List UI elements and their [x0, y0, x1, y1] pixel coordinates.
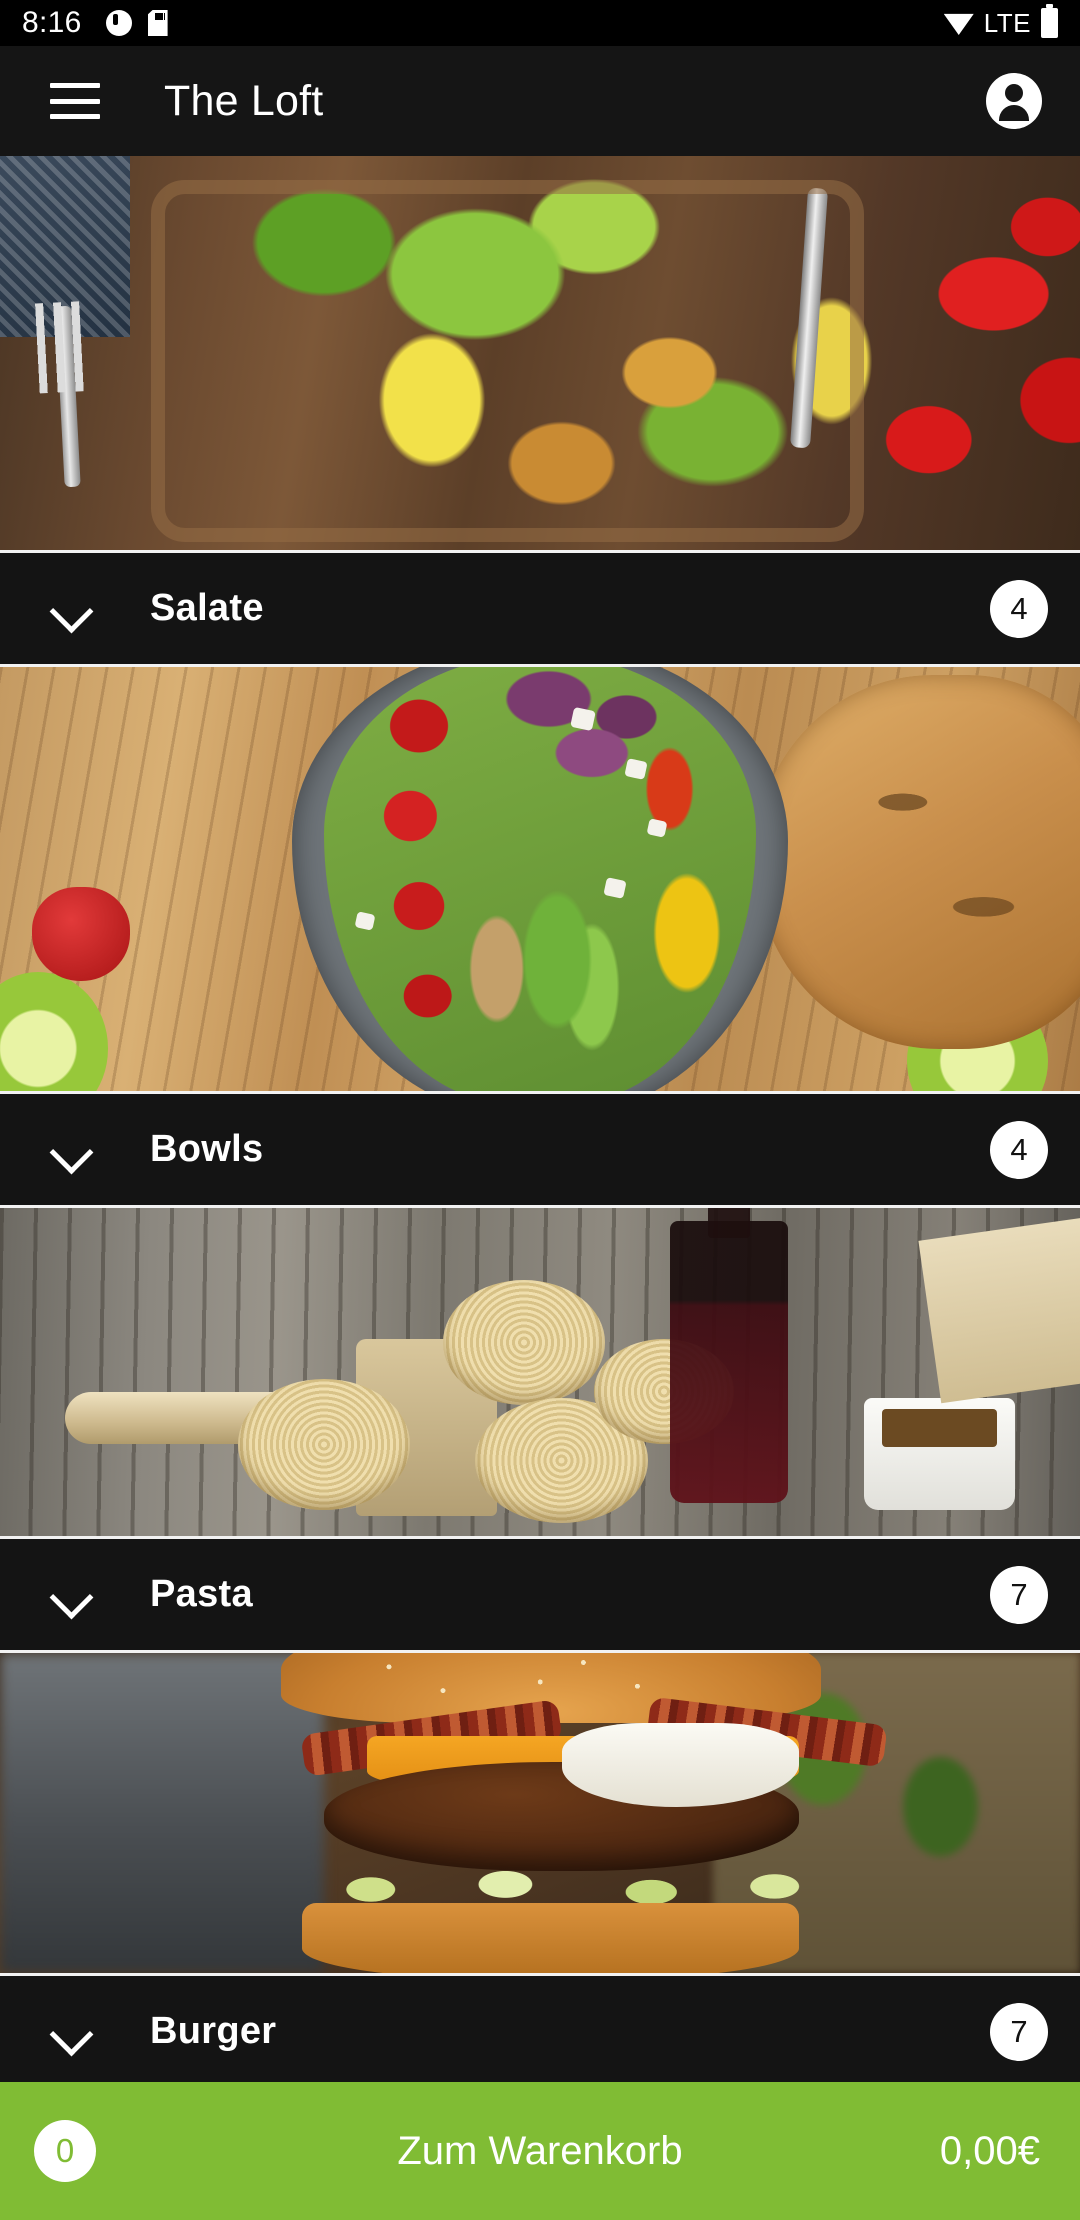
category-count-badge: 7	[990, 1565, 1048, 1624]
pasta-nest-decor	[442, 1280, 605, 1405]
pasta-photo	[0, 1208, 1080, 1536]
wine-bottle-decor	[669, 1208, 789, 1504]
hamburger-menu-icon[interactable]	[50, 83, 100, 119]
bowl-photo	[0, 667, 1080, 1091]
status-bar-system-icons: LTE	[943, 4, 1058, 39]
feta-decor	[603, 877, 627, 899]
page-title: The Loft	[164, 76, 324, 125]
battery-icon	[1041, 4, 1058, 38]
category-image-salate	[0, 156, 1080, 550]
category-count-badge: 4	[990, 579, 1048, 638]
chevron-down-icon[interactable]	[48, 1572, 94, 1618]
account-avatar-icon[interactable]	[986, 73, 1042, 129]
clock-icon	[105, 10, 132, 36]
category-count-badge: 7	[990, 2002, 1048, 2061]
category-name: Pasta	[150, 1573, 253, 1615]
spice-bowl-decor	[864, 1398, 1016, 1510]
category-card-salate[interactable]: Salate 4	[0, 156, 1080, 667]
category-card-burger[interactable]: Burger 7	[0, 1653, 1080, 2090]
cart-label: Zum Warenkorb	[397, 2128, 683, 2173]
cart-total-amount: 0,00€	[939, 2128, 1040, 2173]
chevron-down-icon[interactable]	[48, 586, 94, 632]
category-image-bowls	[0, 667, 1080, 1091]
plate-decor	[151, 179, 864, 543]
chevron-down-icon[interactable]	[48, 1127, 94, 1173]
wifi-icon	[943, 13, 974, 35]
category-image-burger	[0, 1653, 1080, 1973]
pasta-nest-decor	[237, 1378, 411, 1510]
status-bar-time: 8:16	[22, 6, 82, 39]
strawberry-decor	[32, 887, 130, 981]
parchment-decor	[918, 1216, 1080, 1403]
bowl-contents-decor	[324, 667, 756, 1091]
category-name: Bowls	[150, 1128, 264, 1170]
sauce-decor	[561, 1723, 800, 1807]
feta-decor	[646, 817, 668, 838]
sd-card-icon	[147, 10, 168, 36]
feta-decor	[354, 911, 376, 931]
status-bar: 8:16 LTE	[0, 0, 1080, 46]
app-bar: The Loft	[0, 46, 1080, 156]
salad-photo	[0, 156, 1080, 550]
cup-background-decor	[0, 1653, 324, 1973]
app-root: 8:16 LTE The Loft Salate 4 Bowls 4 Pasta…	[0, 0, 1080, 2220]
bun-bottom-decor	[302, 1902, 800, 1973]
category-list[interactable]: Salate 4 Bowls 4 Pasta 7 Burger 7	[0, 156, 1080, 2220]
category-card-pasta[interactable]: Pasta 7	[0, 1208, 1080, 1653]
cart-item-count-badge: 0	[34, 2120, 96, 2182]
hamburger-bar	[50, 83, 100, 88]
network-type-label: LTE	[983, 7, 1031, 38]
hamburger-bar	[50, 114, 100, 119]
hamburger-bar	[50, 98, 100, 104]
category-row-salate[interactable]: Salate 4	[0, 553, 1080, 667]
burger-photo	[0, 1653, 1080, 1973]
cart-bar[interactable]: 0 Zum Warenkorb 0,00€	[0, 2082, 1080, 2220]
category-row-pasta[interactable]: Pasta 7	[0, 1539, 1080, 1653]
category-row-burger[interactable]: Burger 7	[0, 1976, 1080, 2090]
category-name: Salate	[150, 587, 264, 629]
status-bar-notification-icons	[105, 10, 168, 36]
category-row-bowls[interactable]: Bowls 4	[0, 1094, 1080, 1208]
category-name: Burger	[150, 2010, 277, 2052]
category-count-badge: 4	[990, 1120, 1048, 1179]
category-image-pasta	[0, 1208, 1080, 1536]
fork-decor	[55, 305, 81, 488]
category-card-bowls[interactable]: Bowls 4	[0, 667, 1080, 1208]
chevron-down-icon[interactable]	[48, 2009, 94, 2055]
